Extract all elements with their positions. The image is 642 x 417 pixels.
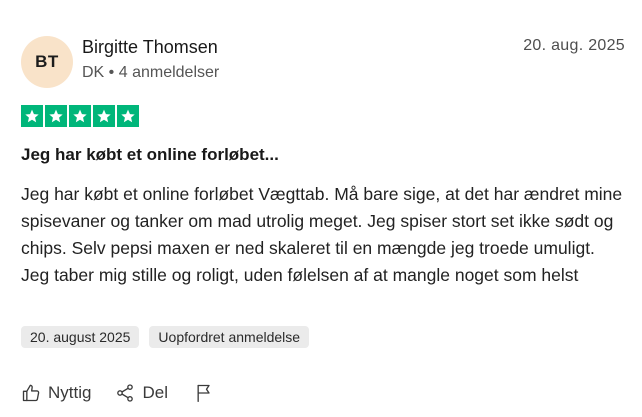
review-actions: Nyttig Del xyxy=(21,383,214,403)
unprompted-review-tag[interactable]: Uopfordret anmeldelse xyxy=(149,326,310,348)
useful-label: Nyttig xyxy=(48,383,92,402)
review-card: BT Birgitte Thomsen DK • 4 anmeldelser 2… xyxy=(0,0,642,417)
review-tags: 20. august 2025 Uopfordret anmeldelse xyxy=(21,326,310,348)
report-button[interactable] xyxy=(194,383,214,403)
share-icon xyxy=(117,384,134,402)
thumbs-up-icon xyxy=(22,384,40,402)
reviewer-name[interactable]: Birgitte Thomsen xyxy=(82,37,218,58)
star-icon xyxy=(93,105,115,127)
review-title: Jeg har købt et online forløbet... xyxy=(21,145,279,164)
star-rating xyxy=(21,105,139,127)
avatar[interactable]: BT xyxy=(21,36,73,88)
star-icon xyxy=(117,105,139,127)
review-body: Jeg har købt et online forløbet Vægttab.… xyxy=(21,184,623,285)
share-button[interactable]: Del xyxy=(115,383,168,403)
star-icon xyxy=(45,105,67,127)
experience-date-tag: 20. august 2025 xyxy=(21,326,140,348)
star-icon xyxy=(21,105,43,127)
share-label: Del xyxy=(142,383,168,402)
reviewer-meta: DK • 4 anmeldelser xyxy=(82,64,220,81)
star-icon xyxy=(69,105,91,127)
flag-icon xyxy=(197,384,210,402)
review-date: 20. aug. 2025 xyxy=(523,37,625,54)
useful-button[interactable]: Nyttig xyxy=(21,383,91,403)
